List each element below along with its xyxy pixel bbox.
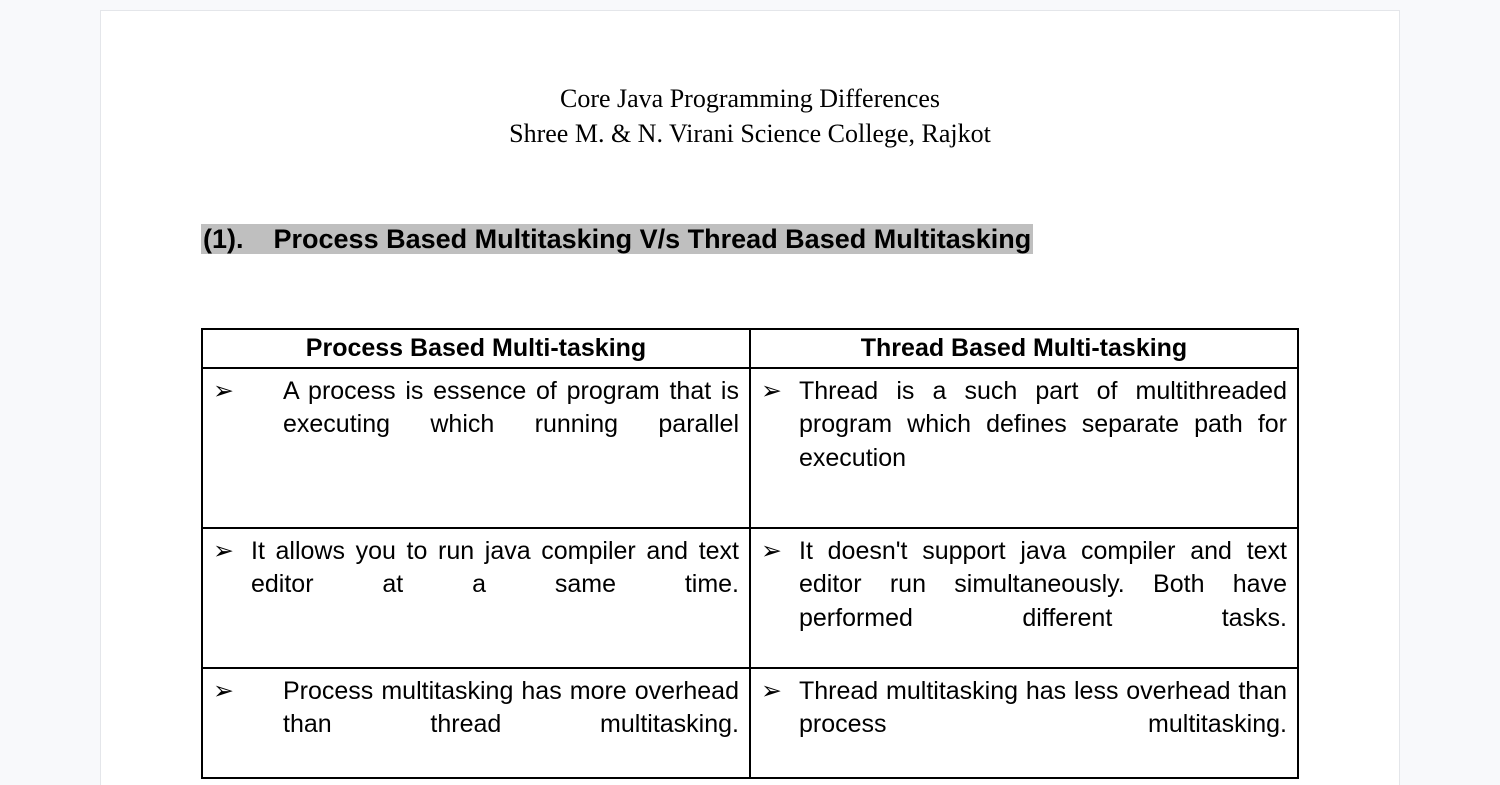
document-header: Core Java Programming Differences Shree …	[201, 81, 1299, 151]
table-header-right: Thread Based Multi-tasking	[750, 329, 1298, 368]
cell-text: Thread multitasking has less overhead th…	[799, 675, 1287, 743]
table-cell-left: ➢ It allows you to run java compiler and…	[202, 528, 750, 668]
table-row: ➢ It allows you to run java compiler and…	[202, 528, 1298, 668]
bullet-icon: ➢	[761, 535, 799, 569]
document-page: Core Java Programming Differences Shree …	[100, 10, 1400, 785]
bullet-icon: ➢	[213, 375, 283, 409]
table-row: ➢ Process multitasking has more overhead…	[202, 668, 1298, 778]
bullet-icon: ➢	[213, 535, 251, 569]
table-cell-left: ➢ A process is essence of program that i…	[202, 368, 750, 528]
bullet-icon: ➢	[761, 375, 799, 409]
bullet-icon: ➢	[761, 675, 799, 709]
section-heading: (1). Process Based Multitasking V/s Thre…	[201, 224, 1033, 254]
header-title-line-2: Shree M. & N. Virani Science College, Ra…	[201, 116, 1299, 151]
table-row: ➢ A process is essence of program that i…	[202, 368, 1298, 528]
cell-text: Thread is a such part of multithreaded p…	[799, 375, 1287, 476]
comparison-table: Process Based Multi-tasking Thread Based…	[201, 328, 1299, 779]
cell-text: Process multitasking has more overhead t…	[283, 675, 739, 743]
table-cell-right: ➢ Thread multitasking has less overhead …	[750, 668, 1298, 778]
section-heading-wrap: (1). Process Based Multitasking V/s Thre…	[201, 221, 1299, 257]
section-number: (1).	[203, 224, 244, 254]
header-title-line-1: Core Java Programming Differences	[201, 81, 1299, 116]
table-cell-right: ➢ Thread is a such part of multithreaded…	[750, 368, 1298, 528]
cell-text: It doesn't support java compiler and tex…	[799, 535, 1287, 636]
table-cell-left: ➢ Process multitasking has more overhead…	[202, 668, 750, 778]
table-header-left: Process Based Multi-tasking	[202, 329, 750, 368]
table-cell-right: ➢ It doesn't support java compiler and t…	[750, 528, 1298, 668]
bullet-icon: ➢	[213, 675, 283, 709]
cell-text: It allows you to run java compiler and t…	[251, 535, 739, 603]
cell-text: A process is essence of program that is …	[283, 375, 739, 443]
table-header-row: Process Based Multi-tasking Thread Based…	[202, 329, 1298, 368]
section-title: Process Based Multitasking V/s Thread Ba…	[274, 224, 1032, 254]
